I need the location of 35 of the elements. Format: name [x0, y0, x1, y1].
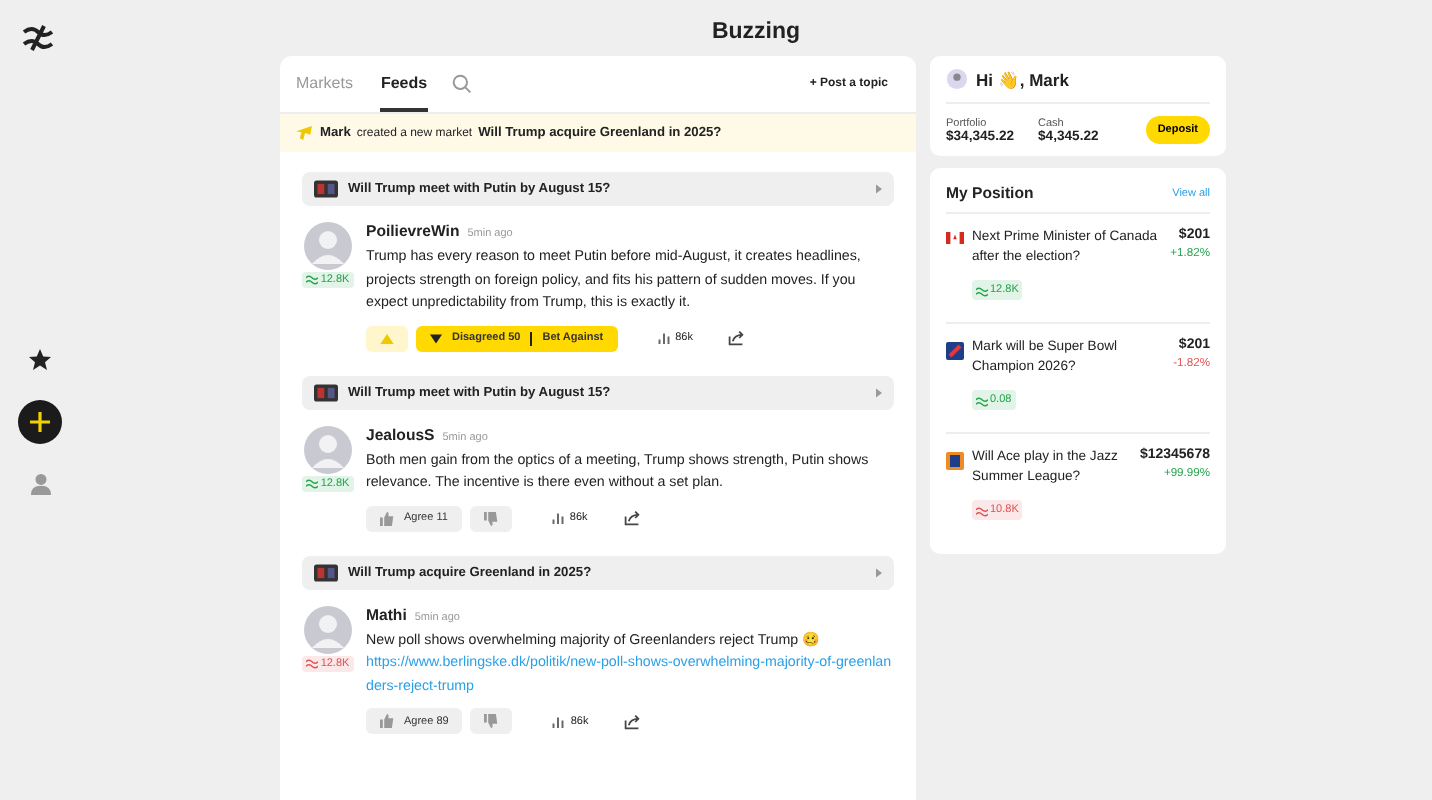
avatar — [304, 425, 352, 473]
thumbnail-icon — [314, 383, 338, 401]
chevron-icon — [876, 567, 882, 577]
chevron-icon — [876, 184, 882, 194]
greeting: Hi 👋, Mark — [976, 69, 1069, 89]
team-logo-icon — [946, 342, 964, 360]
search-icon[interactable] — [451, 74, 472, 94]
thumbs-up-icon — [380, 511, 394, 525]
app-title: Buzzing — [709, 18, 803, 48]
thumbs-up-icon — [380, 714, 394, 728]
up-triangle-icon — [380, 333, 394, 343]
megaphone-icon — [296, 126, 314, 140]
add-button[interactable] — [18, 400, 62, 444]
share-icon[interactable] — [728, 330, 745, 346]
bar-chart-icon — [551, 512, 564, 524]
down-triangle-icon — [430, 333, 442, 343]
flag-icon — [946, 232, 964, 244]
share-icon[interactable] — [623, 510, 640, 526]
bar-chart-icon — [657, 332, 670, 344]
star-icon[interactable] — [28, 348, 52, 372]
thumbs-down-icon — [484, 714, 499, 728]
thumbnail-icon — [314, 563, 338, 581]
thumbs-down-icon — [483, 511, 498, 525]
bar-chart-icon — [552, 715, 565, 727]
share-icon[interactable] — [624, 713, 641, 729]
team-logo-icon — [946, 452, 964, 470]
thumbnail-icon — [314, 180, 338, 198]
plus-icon — [28, 410, 52, 434]
logo-icon[interactable] — [22, 24, 54, 52]
chevron-icon — [876, 387, 882, 397]
avatar — [304, 605, 352, 653]
disagree-button[interactable] — [469, 505, 512, 531]
disagree-button[interactable] — [470, 708, 513, 734]
avatar — [946, 68, 968, 90]
avatar — [304, 222, 352, 270]
